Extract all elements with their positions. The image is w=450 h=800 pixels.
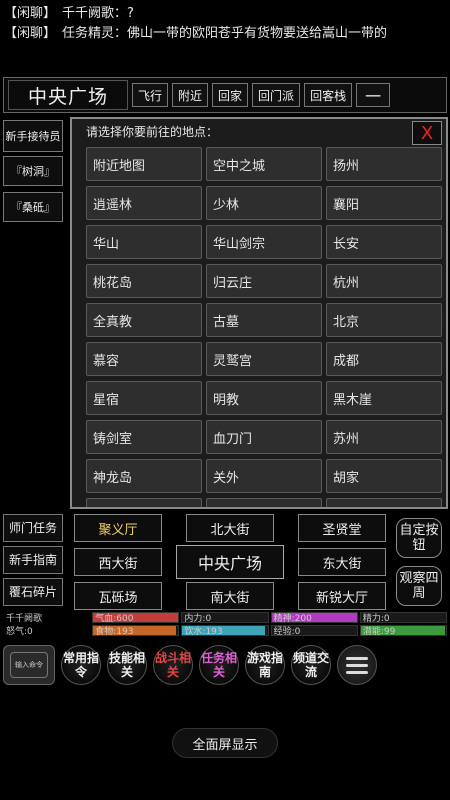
stat-jingshen: 精神:200 <box>270 612 358 623</box>
chat-log: 【闲聊】 千千阙歌：? 【闲聊】 任务精灵：佛山一带的欧阳苍乎有货物要送给嵩山一带的 <box>4 4 446 44</box>
stat-qixue: 气血:600 <box>92 612 180 623</box>
destination-button[interactable]: 明教 <box>206 381 322 415</box>
travel-dialog: 请选择你要前往的地点： X 附近地图 空中之城 扬州 逍遥林 少林 襄阳 华山 … <box>70 117 448 509</box>
destination-button[interactable]: 神龙岛 <box>86 459 202 493</box>
destination-button[interactable]: 血刀门 <box>206 420 322 454</box>
destination-button[interactable]: 胡家 <box>326 459 442 493</box>
fullscreen-button[interactable]: 全面屏显示 <box>172 728 278 758</box>
exit-north-button[interactable]: 北大街 <box>186 514 274 542</box>
destination-button[interactable]: 杭州 <box>326 264 442 298</box>
destination-button[interactable]: 星宿 <box>86 381 202 415</box>
exit-northeast-button[interactable]: 圣贤堂 <box>298 514 386 542</box>
destination-button[interactable]: 空中之城 <box>206 147 322 181</box>
destination-button[interactable]: 逍遥林 <box>86 186 202 220</box>
command-input-button[interactable]: 输入命令 <box>3 645 55 685</box>
stats-row: 怒气:0 食物:193 饮水:193 经验:0 潜能:99 <box>3 624 448 637</box>
destination-grid: 附近地图 空中之城 扬州 逍遥林 少林 襄阳 华山 华山剑宗 长安 桃花岛 归云… <box>86 147 444 507</box>
look-around-button[interactable]: 观察四周 <box>396 566 442 606</box>
chat-channel: 【闲聊】 <box>4 6 57 21</box>
custom-button[interactable]: 自定按钮 <box>396 518 442 558</box>
destination-button[interactable]: 华山剑宗 <box>206 225 322 259</box>
nearby-button[interactable]: 附近 <box>172 83 209 107</box>
destination-button[interactable]: 全真教 <box>86 303 202 337</box>
character-name: 千千阙歌 <box>6 614 43 623</box>
stat-neili: 内力:0 <box>181 612 269 623</box>
close-button[interactable]: X <box>412 121 442 145</box>
destination-button[interactable] <box>326 498 442 507</box>
channel-chat-button[interactable]: 频道交流 <box>291 645 331 685</box>
destination-button[interactable]: 襄阳 <box>326 186 442 220</box>
current-room-button[interactable]: 中央广场 <box>176 545 284 579</box>
npc-sangdi-button[interactable]: 『桑砥』 <box>3 192 63 222</box>
location-bar: 中央广场 飞行 附近 回家 回门派 回客栈 一 <box>3 77 447 113</box>
destination-button[interactable]: 北京 <box>326 303 442 337</box>
destination-button[interactable]: 关外 <box>206 459 322 493</box>
combat-button[interactable]: 战斗相关 <box>153 645 193 685</box>
destination-button[interactable]: 古墓 <box>206 303 322 337</box>
exit-west-button[interactable]: 西大街 <box>74 548 162 576</box>
character-stats: 千千阙歌 气血:600 内力:0 精神:200 精力:0 怒气:0 食物:193… <box>3 611 448 639</box>
exit-south-button[interactable]: 南大街 <box>186 582 274 610</box>
stat-jingli: 精力:0 <box>359 612 448 623</box>
destination-button[interactable]: 铸剑室 <box>86 420 202 454</box>
skills-button[interactable]: 技能相关 <box>107 645 147 685</box>
destination-button[interactable]: 华山 <box>86 225 202 259</box>
quests-button[interactable]: 任务相关 <box>199 645 239 685</box>
chat-line: 【闲聊】 任务精灵：佛山一带的欧阳苍乎有货物要送给嵩山一带的 <box>4 24 446 44</box>
exit-southeast-button[interactable]: 新锐大厅 <box>298 582 386 610</box>
sect-quest-button[interactable]: 师门任务 <box>3 514 63 542</box>
destination-button[interactable] <box>86 498 202 507</box>
minimize-button[interactable]: 一 <box>356 83 391 107</box>
close-icon: X <box>420 122 434 144</box>
destination-button[interactable]: 扬州 <box>326 147 442 181</box>
stat-yinshui: 饮水:193 <box>181 625 269 636</box>
stats-row: 千千阙歌 气血:600 内力:0 精神:200 精力:0 <box>3 611 448 624</box>
destination-button[interactable]: 少林 <box>206 186 322 220</box>
destination-button[interactable]: 归云庄 <box>206 264 322 298</box>
destination-button[interactable]: 长安 <box>326 225 442 259</box>
go-inn-button[interactable]: 回客栈 <box>304 83 353 107</box>
go-home-button[interactable]: 回家 <box>212 83 249 107</box>
exit-southwest-button[interactable]: 瓦砾场 <box>74 582 162 610</box>
fly-button[interactable]: 飞行 <box>132 83 169 107</box>
menu-icon <box>346 656 368 660</box>
chat-text: 任务精灵：佛山一带的欧阳苍乎有货物要送给嵩山一带的 <box>62 26 388 41</box>
destination-button[interactable]: 成都 <box>326 342 442 376</box>
newbie-guide-button[interactable]: 新手指南 <box>3 546 63 574</box>
game-guide-button[interactable]: 游戏指南 <box>245 645 285 685</box>
npc-tree-hole-button[interactable]: 『树洞』 <box>3 156 63 186</box>
chat-channel: 【闲聊】 <box>4 26 57 41</box>
destination-button[interactable]: 苏州 <box>326 420 442 454</box>
menu-icon <box>346 670 368 674</box>
exit-northwest-button[interactable]: 聚义厅 <box>74 514 162 542</box>
bottom-nav: 输入命令 常用指令 技能相关 战斗相关 任务相关 游戏指南 频道交流 <box>3 642 447 688</box>
exit-east-button[interactable]: 东大街 <box>298 548 386 576</box>
stat-jingyan: 经验:0 <box>270 625 358 636</box>
npc-newbie-guide-button[interactable]: 新手接待员 <box>3 120 63 152</box>
go-sect-button[interactable]: 回门派 <box>252 83 301 107</box>
destination-button[interactable] <box>206 498 322 507</box>
destination-button[interactable]: 黑木崖 <box>326 381 442 415</box>
menu-icon <box>346 663 368 667</box>
destination-button[interactable]: 附近地图 <box>86 147 202 181</box>
destination-button[interactable]: 慕容 <box>86 342 202 376</box>
location-title: 中央广场 <box>8 80 128 110</box>
chat-text: 千千阙歌：? <box>62 6 134 21</box>
stat-anger: 怒气:0 <box>6 627 33 636</box>
stone-fragment-button[interactable]: 覆石碎片 <box>3 578 63 606</box>
dialog-title: 请选择你要前往的地点： <box>86 125 219 139</box>
menu-button[interactable] <box>337 645 377 685</box>
chat-line: 【闲聊】 千千阙歌：? <box>4 4 446 24</box>
destination-button[interactable]: 桃花岛 <box>86 264 202 298</box>
stat-shiwu: 食物:193 <box>92 625 180 636</box>
destination-button[interactable]: 灵鹫宫 <box>206 342 322 376</box>
stat-qianneng: 潜能:99 <box>359 625 448 636</box>
keyboard-icon: 输入命令 <box>10 652 48 678</box>
common-commands-button[interactable]: 常用指令 <box>61 645 101 685</box>
